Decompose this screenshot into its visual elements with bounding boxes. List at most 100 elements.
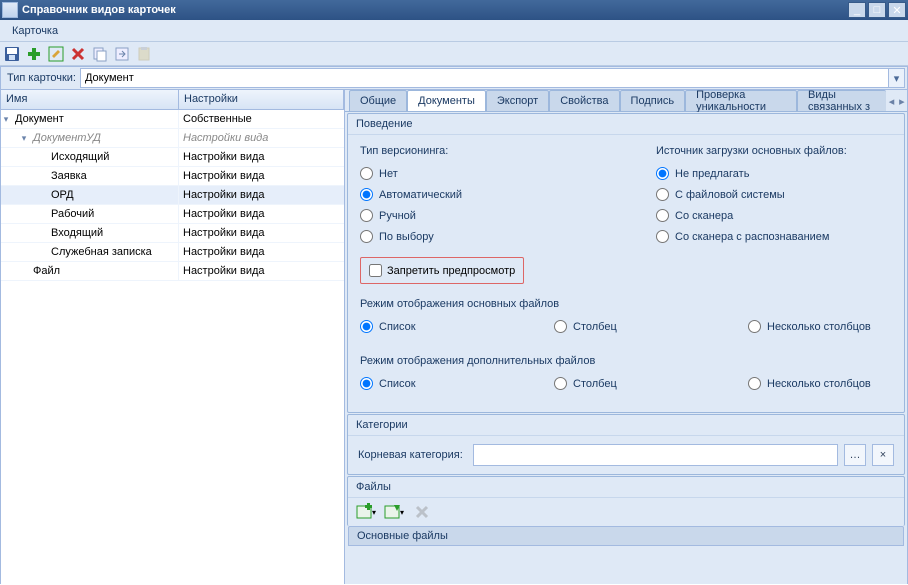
no-preview-checkbox[interactable]: Запретить предпросмотр	[360, 257, 524, 284]
remove-file-icon[interactable]	[412, 502, 432, 522]
tree-node-name: ОРД	[51, 189, 74, 201]
tree-node-settings: Настройки вида	[179, 224, 344, 242]
source-label: Источник загрузки основных файлов:	[656, 145, 892, 157]
tree-toggle-icon	[37, 247, 47, 257]
tree-node-name: ДокументУД	[33, 132, 101, 144]
tree-node-name: Исходящий	[51, 151, 109, 163]
categories-head: Категории	[348, 415, 904, 436]
main-mode-column[interactable]: Столбец	[554, 320, 698, 333]
main-mode-label: Режим отображения основных файлов	[360, 298, 892, 310]
tree-node-settings: Настройки вида	[179, 205, 344, 223]
tree-toggle-icon	[37, 190, 47, 200]
tree-node-settings: Настройки вида	[179, 243, 344, 261]
col-name[interactable]: Имя	[1, 90, 179, 109]
tree-row[interactable]: Исходящий Настройки вида	[1, 148, 344, 167]
add-file-icon[interactable]: ▾	[356, 502, 376, 522]
titlebar: Справочник видов карточек _ □ ✕	[0, 0, 908, 20]
source-scanner[interactable]: Со сканера	[656, 209, 892, 222]
tree-toggle-icon	[37, 228, 47, 238]
delete-icon[interactable]	[70, 46, 86, 62]
chevron-down-icon: ▾	[372, 508, 376, 517]
tree-row[interactable]: Служебная записка Настройки вида	[1, 243, 344, 262]
filter-bar: Тип карточки: Документ ▾	[0, 66, 908, 90]
tree-grid[interactable]: ▾ Документ Собственные ▾ ДокументУД Настройки…	[1, 110, 344, 584]
tree-row[interactable]: ОРД Настройки вида	[1, 186, 344, 205]
tree-node-settings: Настройки вида	[179, 262, 344, 280]
chevron-down-icon: ▾	[400, 508, 404, 517]
tab-properties[interactable]: Свойства	[549, 90, 619, 111]
minimize-button[interactable]: _	[848, 2, 866, 18]
dropdown-icon[interactable]: ▾	[888, 69, 904, 87]
root-category-clear[interactable]: ×	[872, 444, 894, 466]
versioning-manual[interactable]: Ручной	[360, 209, 596, 222]
tab-general[interactable]: Общие	[349, 90, 407, 111]
extra-mode-multi[interactable]: Несколько столбцов	[748, 377, 892, 390]
toolbar	[0, 42, 908, 66]
tab-scroll-left[interactable]: ◂	[886, 91, 896, 111]
tree-node-name: Входящий	[51, 227, 103, 239]
tree-node-name: Документ	[15, 113, 64, 125]
tree-toggle-icon	[37, 171, 47, 181]
paste-icon[interactable]	[136, 46, 152, 62]
tab-documents[interactable]: Документы	[407, 90, 486, 111]
card-type-value: Документ	[85, 72, 134, 84]
tab-scroll-right[interactable]: ▸	[897, 91, 907, 111]
versioning-choice[interactable]: По выбору	[360, 230, 596, 243]
tree-toggle-icon	[37, 152, 47, 162]
card-type-select[interactable]: Документ ▾	[80, 68, 905, 88]
tree-node-settings: Настройки вида	[179, 186, 344, 204]
tree-toggle-icon	[37, 209, 47, 219]
tree-row[interactable]: Файл Настройки вида	[1, 262, 344, 281]
tree-header: Имя Настройки	[1, 90, 344, 110]
tree-node-settings: Настройки вида	[179, 167, 344, 185]
close-button[interactable]: ✕	[888, 2, 906, 18]
filter-label: Тип карточки:	[3, 72, 80, 84]
main-mode-multi[interactable]: Несколько столбцов	[748, 320, 892, 333]
tree-row[interactable]: ▾ Документ Собственные	[1, 110, 344, 129]
versioning-auto[interactable]: Автоматический	[360, 188, 596, 201]
tree-toggle-icon	[19, 266, 29, 276]
tab-unique[interactable]: Проверка уникальности	[685, 90, 797, 111]
tree-toggle-icon[interactable]: ▾	[1, 114, 11, 124]
source-fs[interactable]: С файловой системы	[656, 188, 892, 201]
tree-node-name: Служебная записка	[51, 246, 152, 258]
tab-linked[interactable]: Виды связанных з	[797, 90, 886, 111]
tree-node-settings: Собственные	[179, 110, 344, 128]
copy-icon[interactable]	[92, 46, 108, 62]
menu-card[interactable]: Карточка	[6, 23, 64, 39]
tree-row[interactable]: Заявка Настройки вида	[1, 167, 344, 186]
root-category-input[interactable]	[473, 444, 838, 466]
tab-export[interactable]: Экспорт	[486, 90, 549, 111]
tree-node-settings: Настройки вида	[179, 129, 344, 147]
tree-row[interactable]: ▾ ДокументУД Настройки вида	[1, 129, 344, 148]
add-folder-icon[interactable]: ▾	[384, 502, 404, 522]
tab-sign[interactable]: Подпись	[620, 90, 686, 111]
export-icon[interactable]	[114, 46, 130, 62]
save-icon[interactable]	[4, 46, 20, 62]
tree-row[interactable]: Входящий Настройки вида	[1, 224, 344, 243]
tree-node-settings: Настройки вида	[179, 148, 344, 166]
root-category-browse[interactable]: …	[844, 444, 866, 466]
tree-toggle-icon[interactable]: ▾	[19, 133, 29, 143]
versioning-label: Тип версионинга:	[360, 145, 596, 157]
add-icon[interactable]	[26, 46, 42, 62]
window-title: Справочник видов карточек	[22, 4, 846, 16]
main-mode-list[interactable]: Список	[360, 320, 504, 333]
behavior-head: Поведение	[348, 114, 904, 135]
extra-mode-column[interactable]: Столбец	[554, 377, 698, 390]
source-scanner-ocr[interactable]: Со сканера с распознаванием	[656, 230, 892, 243]
edit-icon[interactable]	[48, 46, 64, 62]
tree-node-name: Файл	[33, 265, 60, 277]
versioning-none[interactable]: Нет	[360, 167, 596, 180]
tree-row[interactable]: РабочийНастройки вида	[1, 205, 344, 224]
col-settings[interactable]: Настройки	[179, 90, 344, 109]
source-none[interactable]: Не предлагать	[656, 167, 892, 180]
tree-node-name: Заявка	[51, 170, 87, 182]
no-preview-label: Запретить предпросмотр	[387, 265, 515, 277]
app-icon	[2, 2, 18, 18]
maximize-button[interactable]: □	[868, 2, 886, 18]
main-files-label: Основные файлы	[348, 526, 904, 546]
extra-mode-list[interactable]: Список	[360, 377, 504, 390]
no-preview-input[interactable]	[369, 264, 382, 277]
extra-mode-label: Режим отображения дополнительных файлов	[360, 355, 892, 367]
